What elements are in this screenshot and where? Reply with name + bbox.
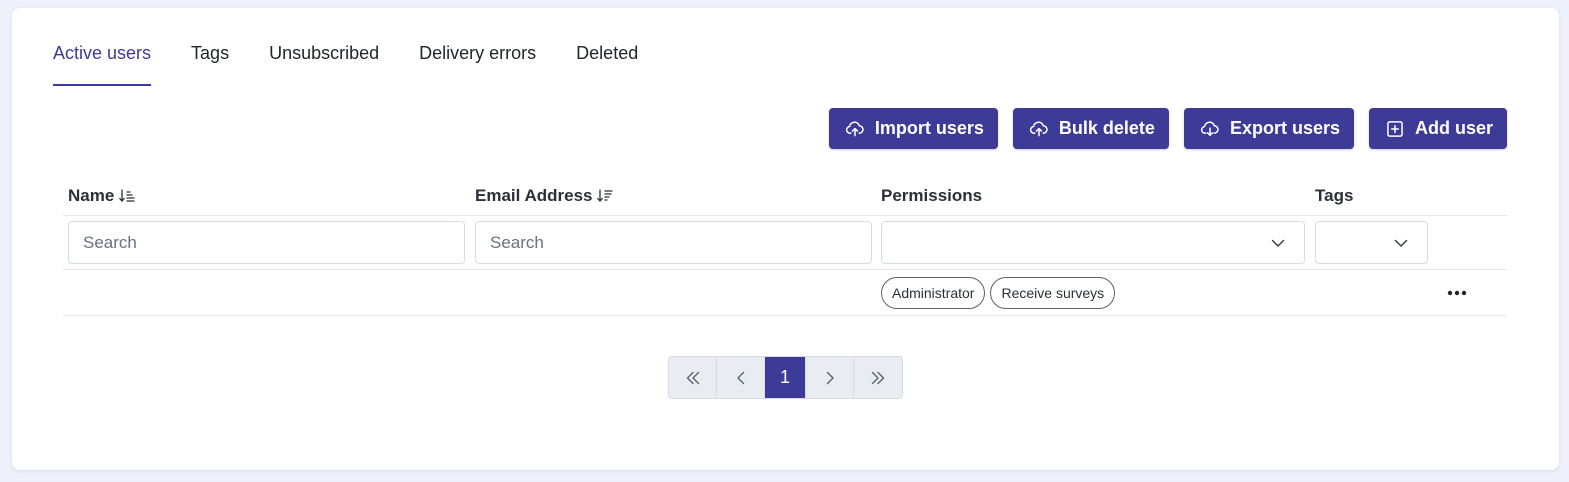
tab-delivery-errors[interactable]: Delivery errors [419, 42, 536, 86]
sort-descending-icon [596, 187, 614, 205]
tags-select[interactable] [1315, 221, 1428, 264]
tab-unsubscribed[interactable]: Unsubscribed [269, 42, 379, 86]
more-horizontal-icon [1447, 290, 1467, 296]
column-header-name-label: Name [68, 186, 115, 205]
column-header-permissions-label: Permissions [881, 186, 983, 205]
tab-active-users[interactable]: Active users [53, 42, 152, 86]
email-search-input[interactable] [475, 221, 872, 264]
email-filter-cell [470, 221, 876, 264]
column-header-tags-label: Tags [1315, 186, 1354, 205]
column-header-email-label: Email Address [475, 186, 593, 205]
table-row: Administrator Receive surveys [63, 270, 1507, 316]
plus-square-icon [1385, 119, 1405, 139]
sort-ascending-icon [118, 187, 136, 205]
row-permissions-cell: Administrator Receive surveys [876, 276, 1310, 309]
page-1-button[interactable]: 1 [765, 357, 806, 398]
column-header-name[interactable]: Name [63, 186, 470, 215]
add-user-button[interactable]: Add user [1368, 108, 1507, 149]
toolbar: Import users Bulk delete Export users Ad… [828, 108, 1507, 149]
filter-row [63, 216, 1507, 270]
tab-deleted[interactable]: Deleted [576, 42, 638, 86]
table-header: Name Email Address Permissions Tags [63, 186, 1507, 216]
first-page-button[interactable] [669, 357, 717, 398]
chevron-down-icon [1271, 239, 1285, 247]
cloud-upload-icon [845, 119, 865, 139]
export-users-label: Export users [1229, 118, 1340, 138]
previous-page-button[interactable] [717, 357, 765, 398]
permissions-filter-cell [876, 221, 1310, 264]
last-page-button[interactable] [854, 357, 902, 398]
permissions-select[interactable] [881, 221, 1305, 264]
import-users-button[interactable]: Import users [828, 108, 998, 149]
column-header-tags: Tags [1310, 186, 1507, 215]
permission-chip: Administrator [881, 276, 986, 309]
tags-filter-cell [1310, 221, 1507, 264]
permission-chip: Receive surveys [990, 276, 1116, 309]
chevrons-right-icon [871, 371, 885, 384]
chevrons-left-icon [686, 371, 699, 384]
tab-tags[interactable]: Tags [191, 42, 229, 86]
bulk-delete-button[interactable]: Bulk delete [1012, 108, 1169, 149]
name-search-input[interactable] [68, 221, 465, 264]
users-table: Name Email Address Permissions Tags Sear… [63, 186, 1507, 316]
chevron-down-icon [1394, 239, 1408, 247]
chevron-left-icon [736, 371, 744, 384]
bulk-delete-label: Bulk delete [1058, 118, 1155, 138]
name-filter-cell [63, 221, 470, 264]
column-header-email[interactable]: Email Address [470, 186, 876, 215]
chevron-right-icon [826, 371, 834, 384]
import-users-label: Import users [874, 118, 984, 138]
export-users-button[interactable]: Export users [1183, 108, 1354, 149]
row-more-actions-button[interactable] [1443, 280, 1471, 306]
column-header-permissions: Permissions [876, 186, 1310, 215]
pagination: 1 [668, 356, 903, 399]
cloud-download-icon [1200, 119, 1220, 139]
next-page-button[interactable] [806, 357, 854, 398]
users-card: Active users Tags Unsubscribed Delivery … [12, 8, 1559, 470]
add-user-label: Add user [1414, 118, 1493, 138]
tab-bar: Active users Tags Unsubscribed Delivery … [53, 42, 678, 86]
cloud-upload-icon [1029, 119, 1049, 139]
